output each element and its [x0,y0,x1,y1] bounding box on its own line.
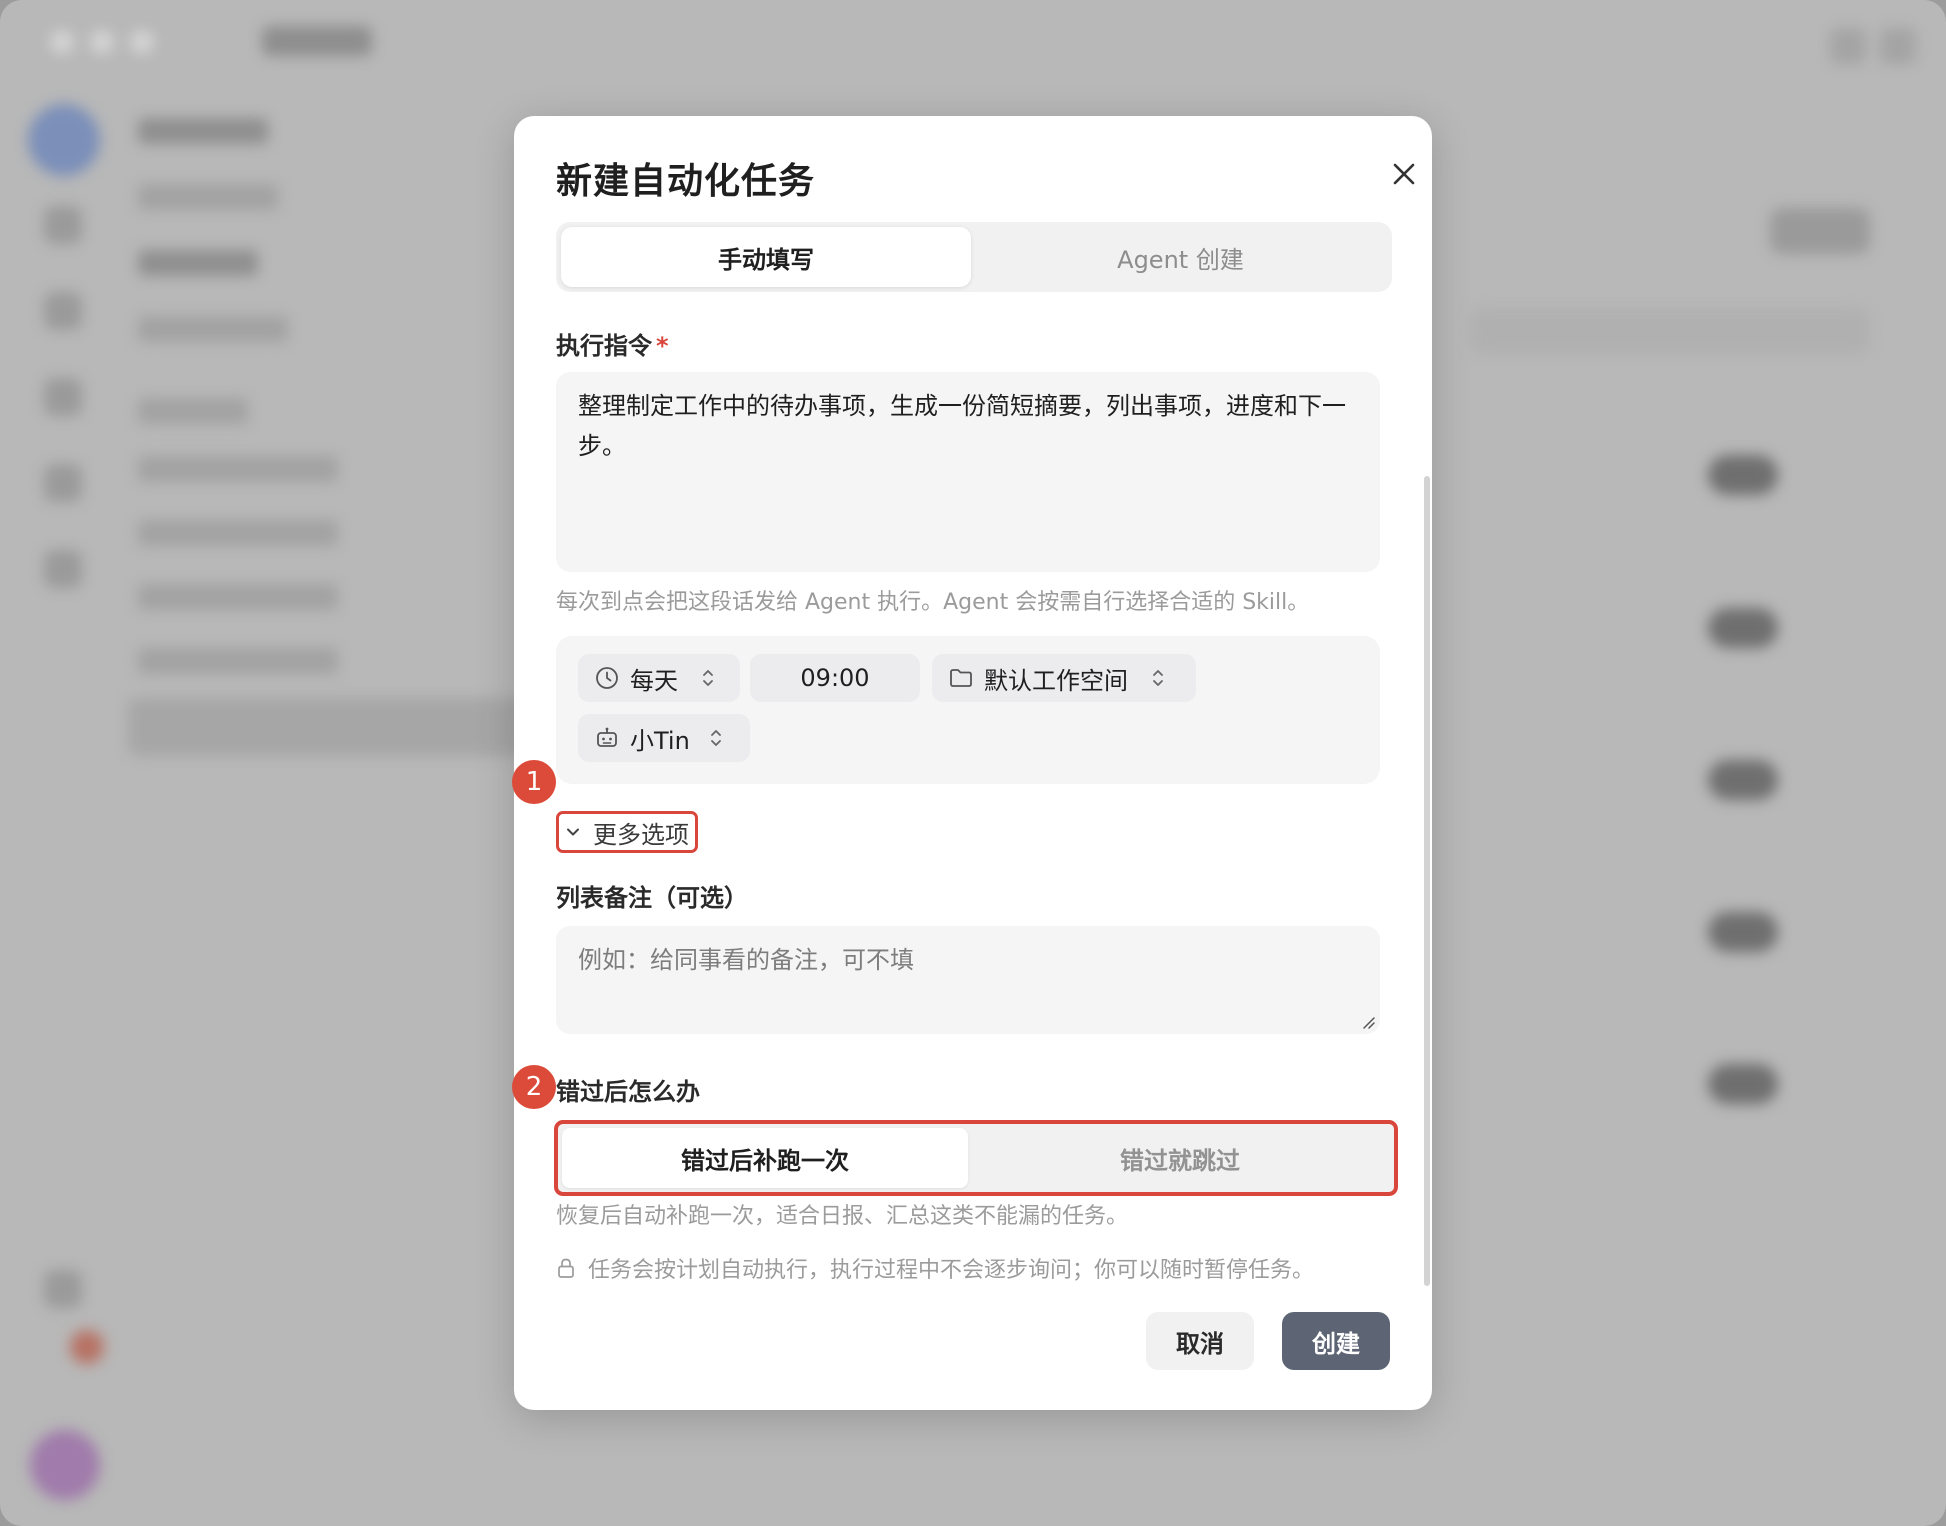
lock-icon [558,1258,574,1278]
schedule-options-panel: 每天 09:00 默认工作空间 小Tin [556,636,1380,784]
background-rail-icon [44,378,82,416]
background-rail-icon [44,550,82,588]
more-options-label: 更多选项 [593,820,689,849]
create-automation-dialog: 新建自动化任务 手动填写 Agent 创建 执行指令 * 整理制定工作中的待办事项… [512,116,1432,1410]
workspace-value: 默认工作空间 [984,666,1128,695]
instruction-hint: 每次到点会把这段话发给 Agent 执行。Agent 会按需自行选择合适的 Sk… [556,590,1310,615]
background-sidebar-line [138,118,268,144]
background-title [262,26,372,56]
security-note-text: 任务会按计划自动执行，执行过程中不会逐步询问；你可以随时暂停任务。 [588,1258,1315,1283]
frequency-value: 每天 [630,666,678,695]
missed-run-segmented-control: 错过后补跑一次 错过就跳过 [554,1120,1398,1196]
chevron-up-down-icon [710,730,721,746]
mode-tabs: 手动填写 Agent 创建 [556,222,1392,292]
background-toggle [1708,1064,1778,1104]
background-sidebar-line [138,520,338,546]
chevron-up-down-icon [1153,670,1163,686]
instruction-label-text: 执行指令 [556,332,652,360]
background-sidebar-line [138,398,248,424]
background-sidebar-line [138,316,288,342]
background-sidebar-line [138,584,338,610]
background-avatar [30,1430,100,1500]
missed-run-hint: 恢复后自动补跑一次，适合日报、汇总这类不能漏的任务。 [556,1204,1129,1229]
background-notification-dot [70,1330,104,1364]
list-note-placeholder: 例如：给同事看的备注，可不填 [578,946,914,974]
option-catch-up-once[interactable]: 错过后补跑一次 [562,1128,968,1188]
background-sidebar-line [138,456,338,482]
tab-manual[interactable]: 手动填写 [561,227,971,287]
dialog-scrollbar[interactable] [1424,476,1430,1286]
required-mark: * [656,332,669,360]
background-selected-item [128,698,528,756]
background-top-icon [1830,28,1866,64]
background-top-icon [1880,28,1916,64]
agent-value: 小Tin [630,726,690,755]
step-badge-2: 2 [512,1065,556,1109]
missed-run-label: 错过后怎么办 [556,1078,700,1106]
background-rail-icon [44,464,82,502]
resize-handle-icon[interactable] [1360,1014,1376,1030]
chevron-down-icon [567,828,579,836]
frequency-select[interactable]: 每天 [578,654,740,702]
background-sidebar-line [138,250,258,276]
background-rail-icon [44,206,82,244]
list-note-textarea[interactable]: 例如：给同事看的备注，可不填 [556,926,1380,1034]
tab-agent-create[interactable]: Agent 创建 [974,227,1387,287]
background-sidebar-line [138,648,338,674]
window-close-dot [50,30,74,54]
security-note: 任务会按计划自动执行，执行过程中不会逐步询问；你可以随时暂停任务。 [556,1252,1314,1284]
clock-icon [596,667,618,689]
folder-icon [950,669,972,687]
close-button[interactable] [1376,146,1432,202]
background-search [1470,308,1870,354]
background-toggle [1708,455,1778,495]
robot-icon [597,727,617,747]
dialog-title: 新建自动化任务 [556,161,816,202]
background-toggle [1708,912,1778,952]
background-button [1770,208,1870,254]
list-note-label: 列表备注（可选） [556,884,748,912]
background-logo [28,104,100,176]
chevron-up-down-icon [703,670,713,686]
more-options-toggle[interactable]: 更多选项 [556,811,698,853]
window-zoom-dot [130,30,154,54]
create-button[interactable]: 创建 [1282,1312,1390,1370]
background-sidebar-line [138,184,278,210]
instruction-label: 执行指令 * [556,326,669,361]
step-badge-1: 1 [512,760,556,804]
time-picker[interactable]: 09:00 [750,654,920,702]
instruction-textarea[interactable]: 整理制定工作中的待办事项，生成一份简短摘要，列出事项，进度和下一步。 [556,372,1380,572]
background-rail-icon [44,1270,82,1308]
background-rail-icon [44,292,82,330]
window-minimize-dot [90,30,114,54]
cancel-button[interactable]: 取消 [1146,1312,1254,1370]
workspace-select[interactable]: 默认工作空间 [932,654,1196,702]
agent-select[interactable]: 小Tin [578,714,750,762]
background-toggle [1708,760,1778,800]
close-icon [1393,163,1415,185]
option-skip-missed[interactable]: 错过就跳过 [970,1128,1390,1188]
background-toggle [1708,608,1778,648]
